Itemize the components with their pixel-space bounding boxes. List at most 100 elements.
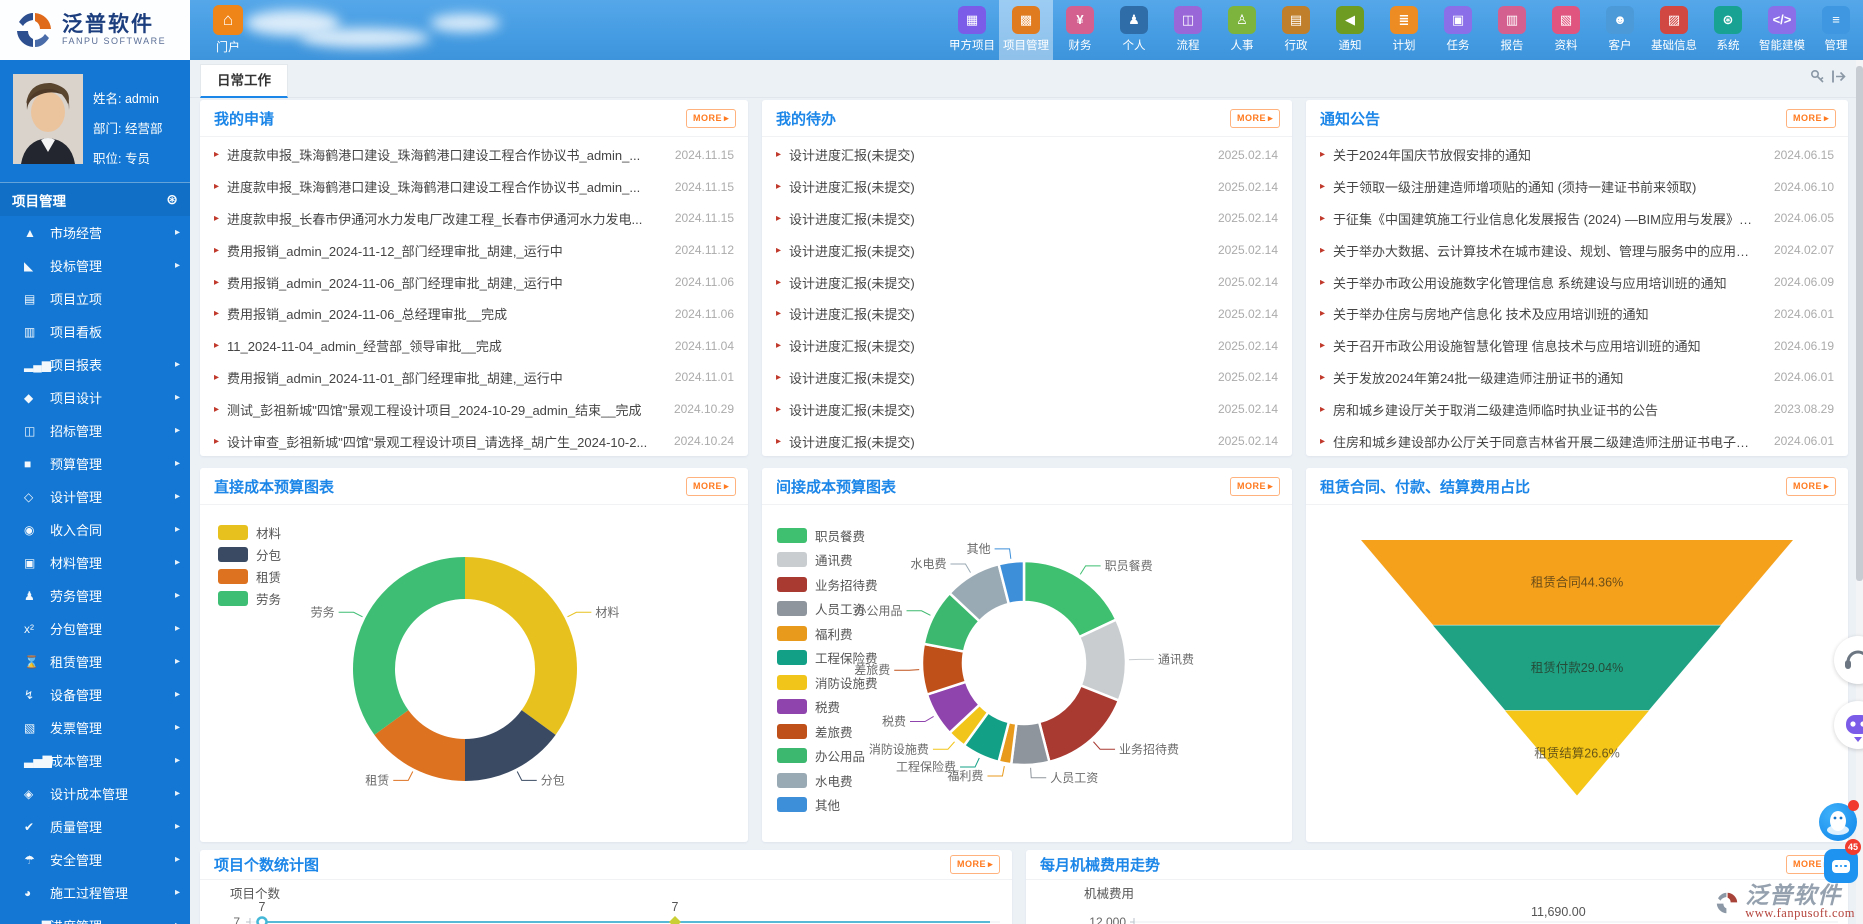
legend-item[interactable]: 职员餐费 <box>777 523 878 548</box>
list-item[interactable]: ▸关于领取一级注册建造师增项贴的通知 (须持一建证书前来领取)2024.06.1… <box>1320 171 1834 203</box>
nav-item-7[interactable]: ▤行政 <box>1269 0 1323 60</box>
list-item[interactable]: ▸住房和城乡建设部办公厅关于同意吉林省开展二级建造师注册证书电子化试点...20… <box>1320 425 1834 456</box>
more-button[interactable]: MORE <box>950 855 1000 874</box>
list-item[interactable]: ▸房和城乡建设厅关于取消二级建造师临时执业证书的公告2023.08.29 <box>1320 393 1834 425</box>
nav-item-17[interactable]: ≡管理 <box>1809 0 1863 60</box>
more-button[interactable]: MORE <box>686 109 736 128</box>
nav-item-2[interactable]: ▩项目管理 <box>999 0 1053 60</box>
list-item[interactable]: ▸设计进度汇报(未提交)2025.02.14 <box>776 425 1278 456</box>
more-button[interactable]: MORE <box>1786 109 1836 128</box>
donut-slice-材料[interactable] <box>465 557 577 735</box>
sidebar-item-7[interactable]: ◫招标管理▸ <box>0 414 190 447</box>
legend-item[interactable]: 业务招待费 <box>777 572 878 597</box>
sidebar-item-18[interactable]: ◈设计成本管理▸ <box>0 777 190 810</box>
legend-item[interactable]: 人员工资 <box>777 597 878 622</box>
legend-item[interactable]: 差旅费 <box>777 719 878 744</box>
list-item[interactable]: ▸测试_彭祖新城"四馆"景观工程设计项目_2024-10-29_admin_结束… <box>214 393 734 425</box>
list-item[interactable]: ▸设计进度汇报(未提交)2025.02.14 <box>776 234 1278 266</box>
nav-item-11[interactable]: ▥报告 <box>1485 0 1539 60</box>
legend-item[interactable]: 税费 <box>777 695 878 720</box>
list-item[interactable]: ▸设计进度汇报(未提交)2025.02.14 <box>776 203 1278 235</box>
expand-icon[interactable] <box>1831 69 1847 84</box>
legend-item[interactable]: 工程保险费 <box>777 646 878 671</box>
list-item[interactable]: ▸关于召开市政公用设施智慧化管理 信息技术与应用培训班的通知2024.06.19 <box>1320 330 1834 362</box>
list-item[interactable]: ▸关于举办市政公用设施数字化管理信息 系统建设与应用培训班的通知2024.06.… <box>1320 266 1834 298</box>
nav-item-15[interactable]: ⊛系统 <box>1701 0 1755 60</box>
list-item[interactable]: ▸关于发放2024年第24批一级建造师注册证书的通知2024.06.01 <box>1320 362 1834 394</box>
sidebar-item-17[interactable]: ▃▅▇成本管理▸ <box>0 744 190 777</box>
gear-icon[interactable]: ⊛ <box>166 191 178 208</box>
legend-item[interactable]: 租赁 <box>218 565 281 587</box>
sidebar-item-22[interactable]: ▁▄▇进度管理▸ <box>0 909 190 924</box>
legend-item[interactable]: 其他 <box>777 793 878 818</box>
sidebar-item-15[interactable]: ↯设备管理▸ <box>0 678 190 711</box>
list-item[interactable]: ▸设计进度汇报(未提交)2025.02.14 <box>776 139 1278 171</box>
nav-item-portal[interactable]: ⌂ 门户 <box>202 5 254 55</box>
more-button[interactable]: MORE <box>686 477 736 496</box>
list-item[interactable]: ▸设计进度汇报(未提交)2025.02.14 <box>776 298 1278 330</box>
legend-item[interactable]: 通讯费 <box>777 548 878 573</box>
donut-slice-劳务[interactable] <box>353 557 465 735</box>
list-item[interactable]: ▸设计审查_彭祖新城"四馆"景观工程设计项目_请选择_胡广生_2024-10-2… <box>214 425 734 456</box>
nav-item-1[interactable]: ▦甲方项目 <box>945 0 999 60</box>
headset-icon[interactable] <box>1834 636 1863 684</box>
list-item[interactable]: ▸进度款申报_珠海鹤港口建设_珠海鹤港口建设工程合作协议书_admin_...2… <box>214 139 734 171</box>
legend-item[interactable]: 福利费 <box>777 621 878 646</box>
list-item[interactable]: ▸设计进度汇报(未提交)2025.02.14 <box>776 171 1278 203</box>
donut-slice-业务招待费[interactable] <box>1039 685 1119 761</box>
nav-item-5[interactable]: ◫流程 <box>1161 0 1215 60</box>
nav-item-3[interactable]: ¥财务 <box>1053 0 1107 60</box>
nav-item-6[interactable]: ♙人事 <box>1215 0 1269 60</box>
list-item[interactable]: ▸于征集《中国建筑施工行业信息化发展报告 (2024) —BIM应用与发展》材料… <box>1320 203 1834 235</box>
sidebar-item-4[interactable]: ▥项目看板 <box>0 315 190 348</box>
sidebar-item-14[interactable]: ⌛租赁管理▸ <box>0 645 190 678</box>
tab-daily-work[interactable]: 日常工作 <box>200 64 288 98</box>
list-item[interactable]: ▸费用报销_admin_2024-11-06_部门经理审批_胡建,_运行中202… <box>214 266 734 298</box>
legend-item[interactable]: 分包 <box>218 543 281 565</box>
sidebar-item-21[interactable]: ◕施工过程管理▸ <box>0 876 190 909</box>
sidebar-item-12[interactable]: ♟劳务管理▸ <box>0 579 190 612</box>
list-item[interactable]: ▸进度款申报_珠海鹤港口建设_珠海鹤港口建设工程合作协议书_admin_...2… <box>214 171 734 203</box>
sidebar-item-2[interactable]: ◣投标管理▸ <box>0 249 190 282</box>
list-item[interactable]: ▸设计进度汇报(未提交)2025.02.14 <box>776 393 1278 425</box>
key-icon[interactable] <box>1810 69 1825 84</box>
sidebar-item-6[interactable]: ◆项目设计▸ <box>0 381 190 414</box>
list-item[interactable]: ▸设计进度汇报(未提交)2025.02.14 <box>776 330 1278 362</box>
scrollbar-thumb[interactable] <box>1856 66 1863 581</box>
nav-item-12[interactable]: ▧资料 <box>1539 0 1593 60</box>
sidebar-item-1[interactable]: ▲市场经营▸ <box>0 216 190 249</box>
list-item[interactable]: ▸设计进度汇报(未提交)2025.02.14 <box>776 362 1278 394</box>
list-item[interactable]: ▸进度款申报_长春市伊通河水力发电厂改建工程_长春市伊通河水力发电...2024… <box>214 203 734 235</box>
nav-item-8[interactable]: ◀通知 <box>1323 0 1377 60</box>
sidebar-item-8[interactable]: ■预算管理▸ <box>0 447 190 480</box>
sidebar-item-20[interactable]: ☂安全管理▸ <box>0 843 190 876</box>
sidebar-item-13[interactable]: x²分包管理▸ <box>0 612 190 645</box>
legend-item[interactable]: 消防设施费 <box>777 670 878 695</box>
nav-item-16[interactable]: </>智能建模 <box>1755 0 1809 60</box>
list-item[interactable]: ▸关于举办大数据、云计算技术在城市建设、规划、管理与服务中的应用培训班...20… <box>1320 234 1834 266</box>
sidebar-item-19[interactable]: ✔质量管理▸ <box>0 810 190 843</box>
list-item[interactable]: ▸关于2024年国庆节放假安排的通知2024.06.15 <box>1320 139 1834 171</box>
nav-item-13[interactable]: ☻客户 <box>1593 0 1647 60</box>
more-button[interactable]: MORE <box>1230 109 1280 128</box>
nav-item-9[interactable]: ≣计划 <box>1377 0 1431 60</box>
sidebar-item-16[interactable]: ▧发票管理▸ <box>0 711 190 744</box>
legend-item[interactable]: 材料 <box>218 521 281 543</box>
qq-service-icon[interactable] <box>1819 803 1857 841</box>
list-item[interactable]: ▸费用报销_admin_2024-11-01_部门经理审批_胡建,_运行中202… <box>214 362 734 394</box>
sidebar-item-9[interactable]: ◇设计管理▸ <box>0 480 190 513</box>
sidebar-item-11[interactable]: ▣材料管理▸ <box>0 546 190 579</box>
sidebar-item-5[interactable]: ▂▄▆项目报表▸ <box>0 348 190 381</box>
list-item[interactable]: ▸费用报销_admin_2024-11-06_总经理审批__完成2024.11.… <box>214 298 734 330</box>
list-item[interactable]: ▸关于举办住房与房地产信息化 技术及应用培训班的通知2024.06.01 <box>1320 298 1834 330</box>
list-item[interactable]: ▸费用报销_admin_2024-11-12_部门经理审批_胡建,_运行中202… <box>214 234 734 266</box>
robot-chat-icon[interactable] <box>1834 701 1863 749</box>
more-button[interactable]: MORE <box>1230 477 1280 496</box>
list-item[interactable]: ▸设计进度汇报(未提交)2025.02.14 <box>776 266 1278 298</box>
nav-item-14[interactable]: ▨基础信息 <box>1647 0 1701 60</box>
nav-item-4[interactable]: ♟个人 <box>1107 0 1161 60</box>
legend-item[interactable]: 劳务 <box>218 587 281 609</box>
nav-item-10[interactable]: ▣任务 <box>1431 0 1485 60</box>
sidebar-item-10[interactable]: ◉收入合同▸ <box>0 513 190 546</box>
legend-item[interactable]: 水电费 <box>777 768 878 793</box>
